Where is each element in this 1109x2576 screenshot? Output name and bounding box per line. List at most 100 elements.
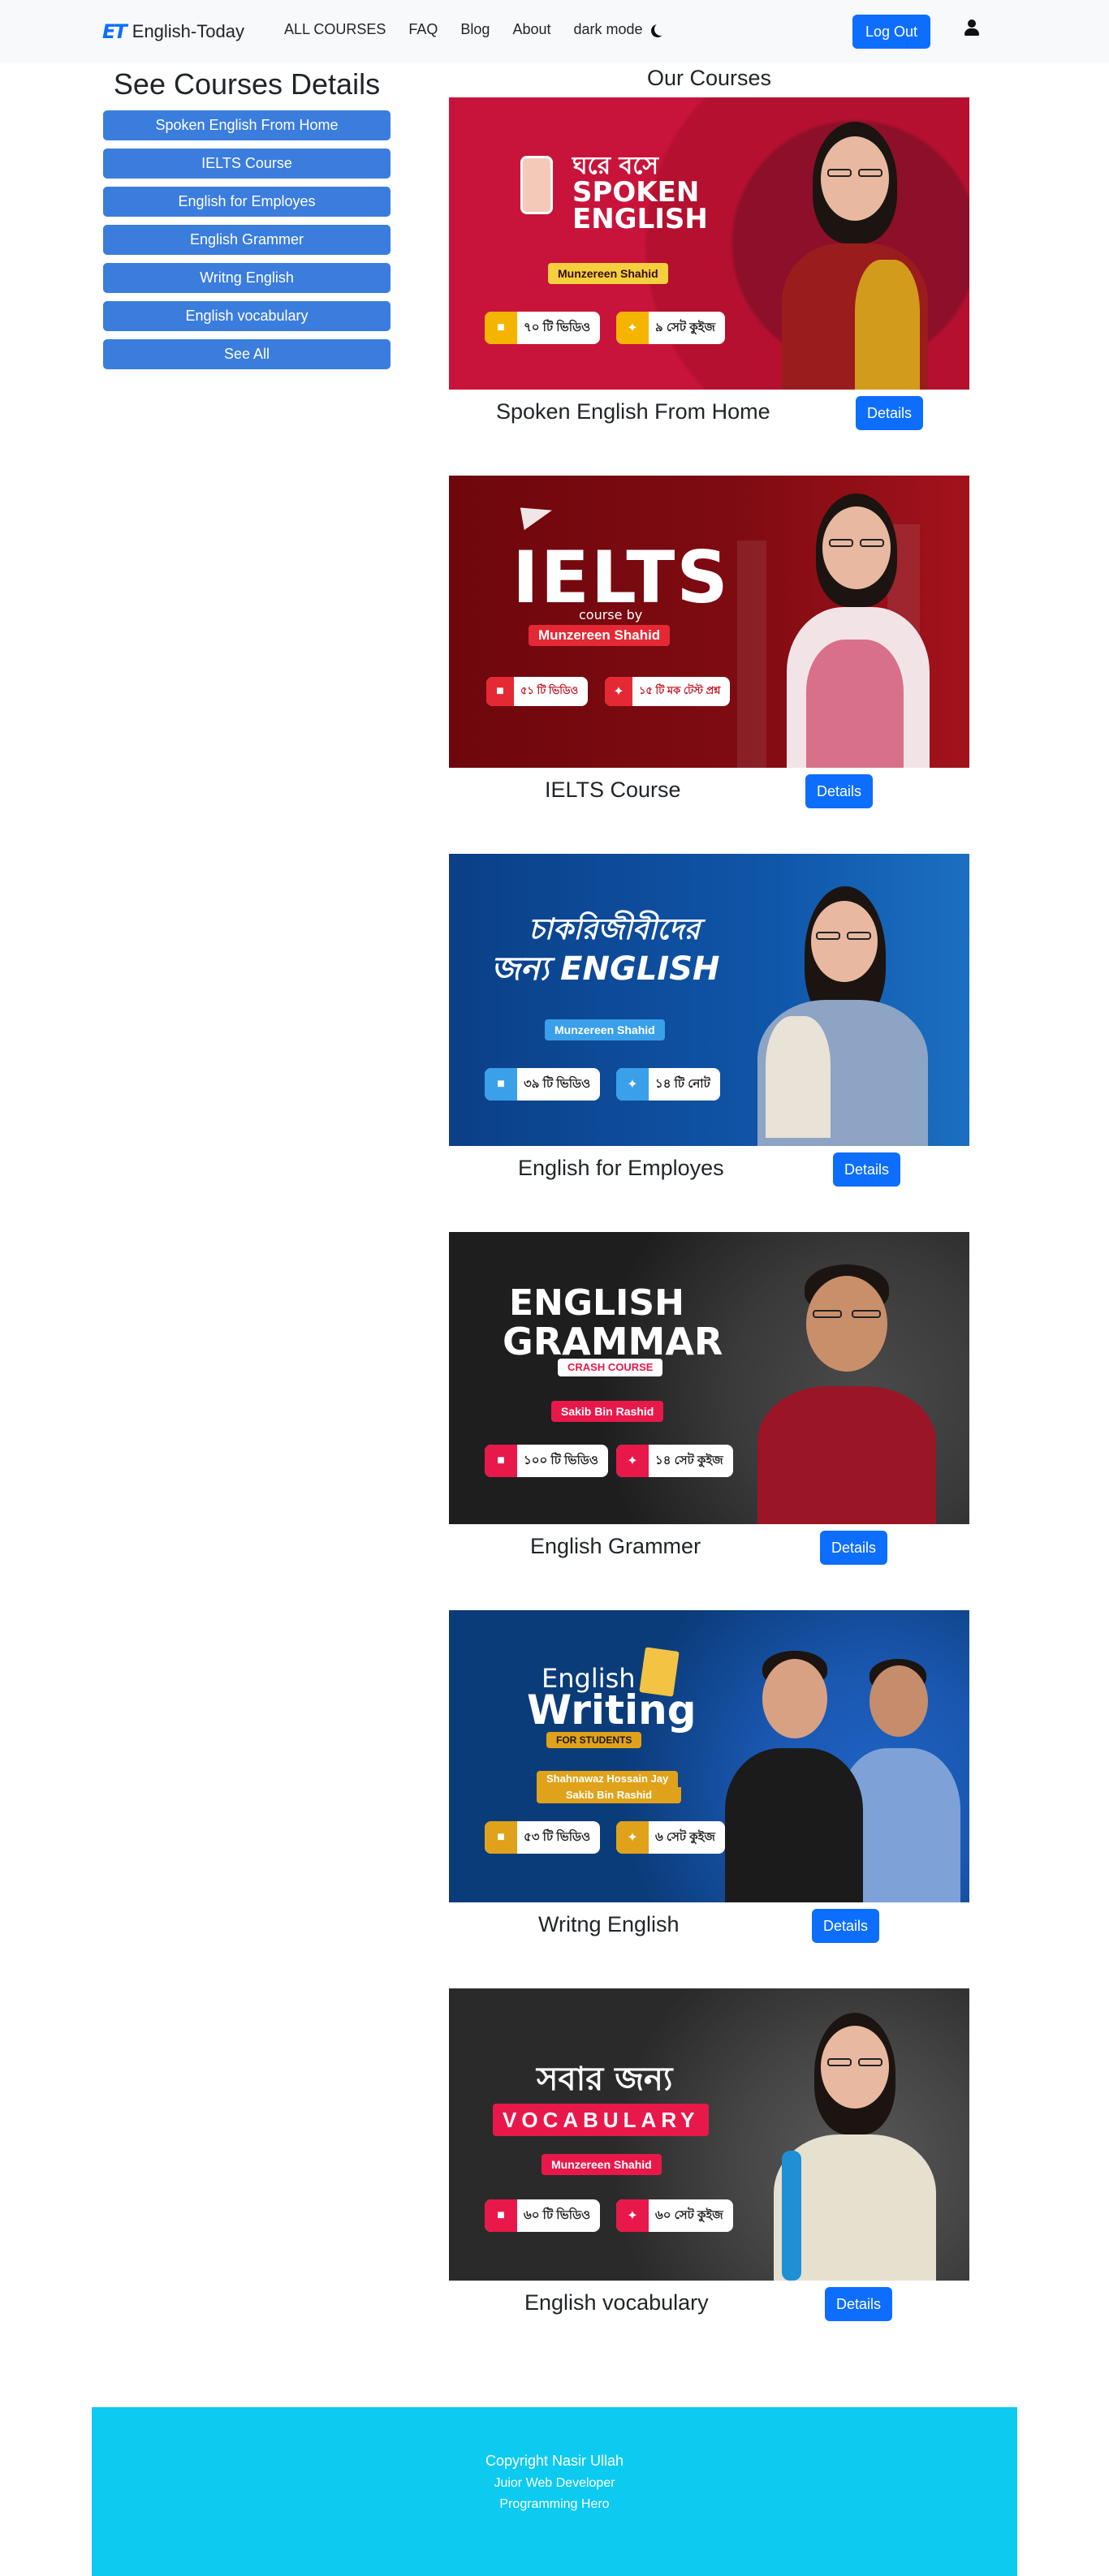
course-card-spoken-english: ঘরে বসে SPOKEN ENGLISH Munzereen Shahid … — [449, 97, 969, 438]
banner-title-main: GRAMMAR — [503, 1320, 723, 1363]
video-icon: ■ — [486, 677, 514, 706]
course-banner[interactable]: চাকরিজীবীদের জন্য ENGLISH Munzereen Shah… — [449, 854, 969, 1146]
banner-stat-quiz: ✦ ৯ সেট কুইজ — [616, 312, 725, 344]
sidebar-title: See Courses Details — [113, 67, 381, 101]
course-card-english-grammer: ENGLISH GRAMMAR CRASH COURSE Sakib Bin R… — [449, 1232, 969, 1573]
details-button[interactable]: Details — [820, 1531, 887, 1565]
banner-stat-quiz: ✦ ৬০ সেট কুইজ — [616, 2199, 733, 2232]
details-button[interactable]: Details — [833, 1152, 900, 1187]
banner-subtitle: CRASH COURSE — [558, 1359, 663, 1376]
bulb-icon: ✦ — [616, 1821, 649, 1854]
course-banner[interactable]: সবার জন্য VOCABULARY Munzereen Shahid ■ … — [449, 1988, 969, 2281]
banner-title-top: সবার জন্য — [537, 2061, 673, 2098]
bulb-icon: ✦ — [616, 2199, 649, 2232]
banner-title-top: চাকরিজীবীদের — [529, 913, 701, 946]
navbar: ET English-Today ALL COURSES FAQ Blog Ab… — [0, 0, 1109, 63]
banner-instructor: Munzereen Shahid — [542, 2154, 662, 2175]
banner-stat-notes: ✦ ১৪ টি নোট — [616, 1068, 720, 1101]
course-banner[interactable]: English Writing FOR STUDENTS Shahnawaz H… — [449, 1610, 969, 1902]
user-icon[interactable] — [963, 18, 981, 39]
sidebar-item-english-vocabulary[interactable]: English vocabulary — [103, 301, 391, 331]
course-title: English vocabulary — [524, 2290, 709, 2315]
big-ben-illustration — [737, 541, 766, 768]
course-footer: English vocabulary Details — [449, 2281, 969, 2329]
moon-icon — [654, 23, 667, 36]
brand-link[interactable]: ET English-Today — [102, 18, 244, 45]
course-banner[interactable]: ঘরে বসে SPOKEN ENGLISH Munzereen Shahid … — [449, 97, 969, 390]
details-button[interactable]: Details — [856, 396, 923, 430]
nav-link-blog[interactable]: Blog — [460, 21, 490, 38]
nav-link-about[interactable]: About — [512, 21, 550, 38]
video-icon: ■ — [485, 1068, 517, 1101]
brand-name: English-Today — [132, 21, 244, 41]
site-footer: Copyright Nasir Ullah Juior Web Develope… — [92, 2407, 1017, 2576]
banner-title-top: ঘরে বসে — [572, 152, 659, 180]
banner-instructor: Munzereen Shahid — [529, 625, 671, 646]
banner-stat-tests: ✦ ১৫ টি মক টেস্ট প্রশ্ন — [605, 677, 731, 706]
course-banner[interactable]: IELTS course by Munzereen Shahid ■ ৫১ টি… — [449, 476, 969, 768]
nav-links: ALL COURSES FAQ Blog About dark mode — [284, 21, 687, 38]
sidebar-item-writing-english[interactable]: Writng English — [103, 263, 391, 293]
banner-instructor: Munzereen Shahid — [545, 1019, 665, 1040]
banner-title-main: Writing — [527, 1686, 697, 1734]
course-footer: English Grammer Details — [449, 1524, 969, 1573]
course-title: English for Employes — [518, 1156, 724, 1180]
banner-stat-quiz: ✦ ১৪ সেট কুইজ — [616, 1445, 733, 1477]
course-title: English Grammer — [530, 1534, 701, 1558]
course-sidebar: See Courses Details Spoken English From … — [103, 63, 391, 369]
bulb-icon: ✦ — [616, 1445, 649, 1477]
video-icon: ■ — [485, 1445, 517, 1477]
courses-section: Our Courses ঘরে বসে SPOKEN ENGLISH Munze… — [449, 63, 969, 2321]
banner-title-main: IELTS — [512, 536, 730, 619]
brand-logo-icon: ET — [102, 20, 127, 43]
video-icon: ■ — [485, 1821, 517, 1854]
sidebar-item-spoken-english[interactable]: Spoken English From Home — [103, 110, 391, 140]
course-banner[interactable]: ENGLISH GRAMMAR CRASH COURSE Sakib Bin R… — [449, 1232, 969, 1524]
course-footer: Spoken English From Home Details — [449, 390, 969, 438]
banner-instructor: Munzereen Shahid — [548, 263, 668, 284]
sidebar-item-see-all[interactable]: See All — [103, 339, 391, 369]
course-card-english-for-employes: চাকরিজীবীদের জন্য ENGLISH Munzereen Shah… — [449, 854, 969, 1195]
bulb-icon: ✦ — [616, 1068, 649, 1101]
instructor-photo — [774, 122, 936, 390]
instructor-photo — [774, 493, 936, 768]
dark-mode-toggle[interactable]: dark mode — [573, 21, 663, 38]
banner-stat-videos: ■ ৩৯ টি ভিডিও — [485, 1068, 601, 1101]
course-title: IELTS Course — [545, 778, 681, 802]
dark-mode-label: dark mode — [573, 21, 643, 37]
instructor-photo — [741, 886, 928, 1146]
banner-subtitle: FOR STUDENTS — [546, 1732, 642, 1748]
banner-title-main: জন্য ENGLISH — [491, 950, 720, 988]
banner-stat-videos: ■ ৭০ টি ভিডিও — [485, 312, 601, 344]
banner-title-top: ENGLISH — [509, 1282, 684, 1324]
paper-plane-icon — [520, 502, 555, 531]
details-button[interactable]: Details — [812, 1909, 879, 1943]
banner-instructor: Shahnawaz Hossain Jay — [537, 1771, 679, 1787]
course-card-english-vocabulary: সবার জন্য VOCABULARY Munzereen Shahid ■ … — [449, 1988, 969, 2329]
instructor-photo — [757, 1264, 936, 1524]
details-button[interactable]: Details — [805, 774, 873, 808]
course-title: Spoken English From Home — [496, 399, 770, 424]
banner-stat-videos: ■ ৫৩ টি ভিডিও — [485, 1821, 601, 1854]
instructor-photo — [725, 1651, 863, 1902]
banner-title-sub: ENGLISH — [572, 203, 708, 235]
nav-link-faq[interactable]: FAQ — [408, 21, 438, 38]
details-button[interactable]: Details — [825, 2287, 892, 2321]
banner-stat-videos: ■ ১০০ টি ভিডিও — [485, 1445, 608, 1477]
banner-stat-videos: ■ ৫১ টি ভিডিও — [486, 677, 589, 706]
nav-link-all-courses[interactable]: ALL COURSES — [284, 21, 386, 38]
instructor-photo — [766, 2013, 944, 2281]
footer-copyright: Copyright Nasir Ullah — [485, 2453, 624, 2469]
banner-stat-videos: ■ ৬০ টি ভিডিও — [485, 2199, 601, 2232]
logout-button[interactable]: Log Out — [852, 15, 930, 49]
course-card-ielts: IELTS course by Munzereen Shahid ■ ৫১ টি… — [449, 476, 969, 816]
bulb-icon: ✦ — [605, 677, 632, 706]
sidebar-item-ielts[interactable]: IELTS Course — [103, 149, 391, 179]
video-icon: ■ — [485, 2199, 517, 2232]
banner-instructor: Sakib Bin Rashid — [551, 1401, 664, 1422]
course-card-writing-english: English Writing FOR STUDENTS Shahnawaz H… — [449, 1610, 969, 1951]
course-footer: IELTS Course Details — [449, 768, 969, 816]
sidebar-item-english-grammer[interactable]: English Grammer — [103, 225, 391, 255]
sidebar-item-english-for-employes[interactable]: English for Employes — [103, 187, 391, 217]
course-footer: Writng English Details — [449, 1902, 969, 1951]
